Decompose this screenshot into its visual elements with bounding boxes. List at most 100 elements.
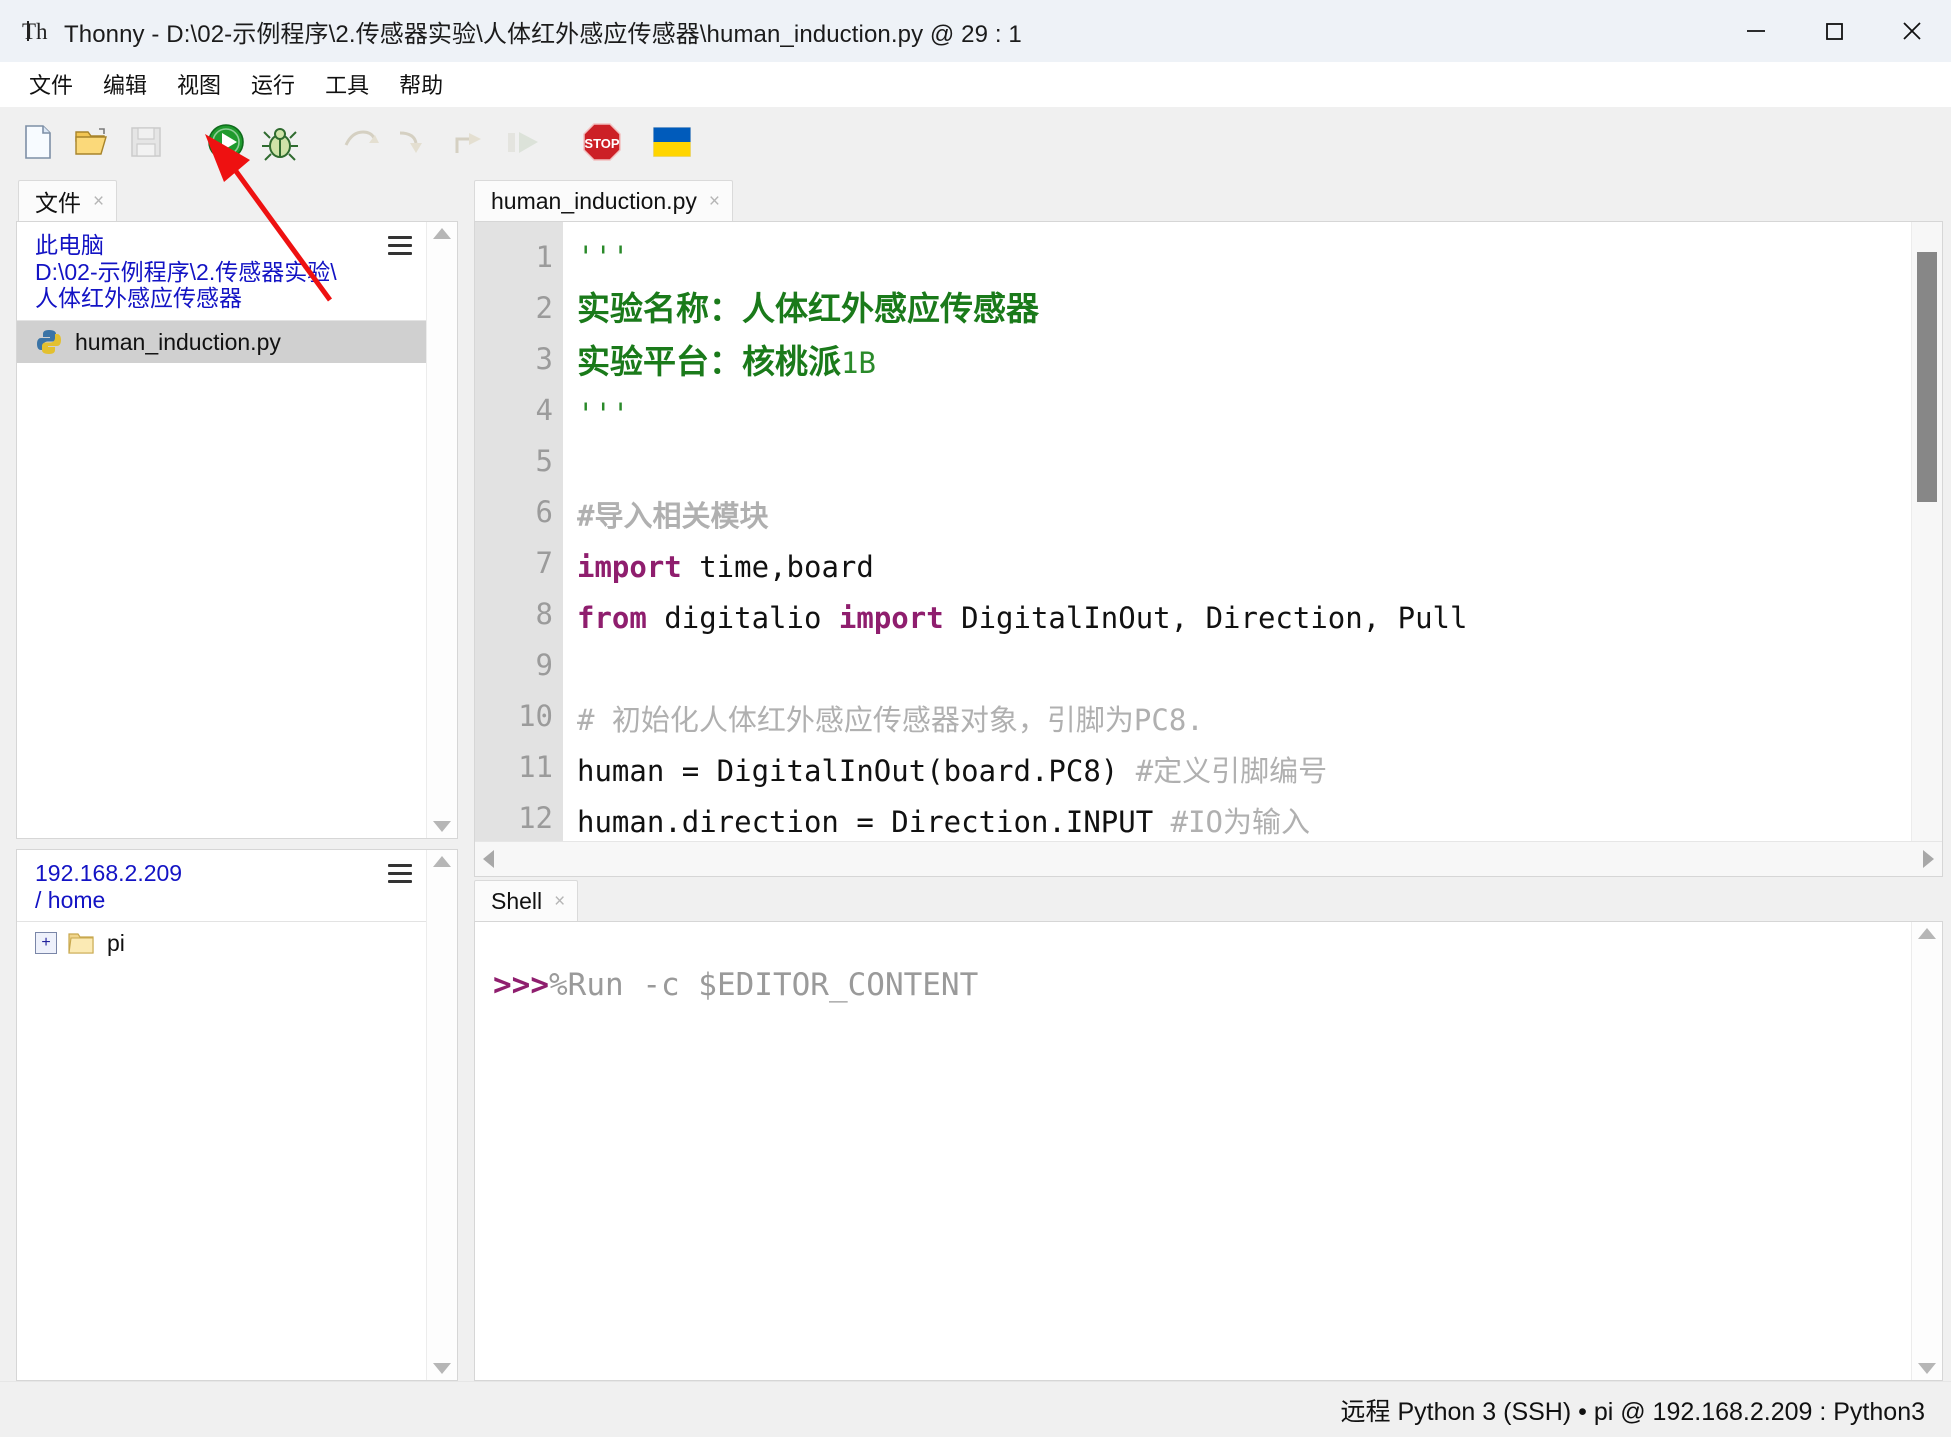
stop-button[interactable]: STOP (576, 116, 628, 168)
open-file-button[interactable] (66, 116, 118, 168)
scroll-left-arrow[interactable] (483, 850, 494, 868)
list-item-label: pi (107, 929, 125, 956)
files-pane: 文件 × 此电脑 D:\02-示例程序\2.传感器实验\ 人体红外感应传感器 h… (0, 177, 466, 839)
editor-tabs: human_induction.py × (466, 177, 1951, 221)
menu-help[interactable]: 帮助 (386, 65, 456, 103)
code-token: human.direction = Direction.INPUT (577, 805, 1171, 839)
scroll-right-arrow[interactable] (1923, 850, 1934, 868)
files-remote-body: 192.168.2.209 / home + pi (16, 849, 458, 1381)
line-number: 3 (535, 342, 553, 376)
resume-button (496, 116, 548, 168)
expand-icon[interactable]: + (35, 932, 57, 955)
hamburger-icon[interactable] (388, 864, 412, 888)
code-token: 实验平台：核桃派 (577, 342, 841, 381)
shell-prompt: >>> (493, 967, 549, 1003)
save-file-button[interactable] (120, 116, 172, 168)
maximize-icon (1826, 23, 1843, 40)
shell-wrap: >>>%Run -c $EDITOR_CONTENT (474, 921, 1943, 1381)
close-icon[interactable]: × (554, 892, 565, 911)
window-controls (1717, 0, 1951, 62)
left-splitter[interactable] (0, 839, 466, 849)
save-disk-icon (131, 127, 161, 157)
close-icon[interactable]: × (93, 192, 104, 211)
menu-tools[interactable]: 工具 (312, 65, 382, 103)
local-file-tree[interactable]: 此电脑 D:\02-示例程序\2.传感器实验\ 人体红外感应传感器 human_… (17, 222, 426, 838)
run-button[interactable] (200, 116, 252, 168)
remote-path-line-1: 192.168.2.209 (35, 860, 183, 886)
code-line[interactable]: ''' (577, 232, 1911, 283)
code-line[interactable]: 实验名称：人体红外感应传感器 (577, 283, 1911, 336)
files-local-body: 此电脑 D:\02-示例程序\2.传感器实验\ 人体红外感应传感器 human_… (16, 221, 458, 839)
close-button[interactable] (1873, 0, 1951, 62)
code-line[interactable]: # 初始化人体红外感应传感器对象，引脚为PC8. (577, 695, 1911, 746)
minimize-button[interactable] (1717, 0, 1795, 62)
toolbar: STOP (0, 107, 1951, 177)
line-number: 12 (518, 801, 553, 835)
code-line[interactable]: from digitalio import DigitalInOut, Dire… (577, 593, 1911, 644)
step-over-icon (344, 130, 379, 146)
close-icon (1903, 22, 1921, 40)
code-line[interactable]: #导入相关模块 (577, 491, 1911, 542)
debug-button[interactable] (254, 116, 306, 168)
right-column: human_induction.py × 12345678910111213 '… (466, 177, 1951, 1381)
list-item[interactable]: + pi (17, 922, 426, 964)
scroll-up-arrow[interactable] (433, 856, 451, 867)
step-out-icon (455, 133, 481, 153)
code-line[interactable] (577, 440, 1911, 491)
code-token: 实验名称：人体红外感应传感器 (577, 289, 1039, 328)
line-number: 2 (535, 291, 553, 325)
tab-files-label: 文件 (35, 190, 81, 216)
line-number: 11 (518, 750, 553, 784)
editor-vertical-scrollbar[interactable] (1911, 222, 1942, 841)
list-item-label: human_induction.py (75, 328, 281, 355)
line-number: 6 (535, 495, 553, 529)
code-line[interactable]: human = DigitalInOut(board.PC8) #定义引脚编号 (577, 746, 1911, 797)
close-icon[interactable]: × (709, 192, 720, 211)
scroll-down-arrow[interactable] (1918, 1363, 1936, 1374)
editor-wrap: 12345678910111213 '''实验名称：人体红外感应传感器实验平台：… (474, 221, 1943, 877)
window-title: Thonny - D:\02-示例程序\2.传感器实验\人体红外感应传感器\hu… (64, 20, 1022, 48)
code-token: human = DigitalInOut(board.PC8) (577, 754, 1136, 788)
tab-files[interactable]: 文件 × (18, 180, 118, 221)
list-item[interactable]: human_induction.py (17, 321, 426, 364)
menu-file[interactable]: 文件 (16, 65, 86, 103)
scroll-up-arrow[interactable] (1918, 928, 1936, 939)
code-token: #IO为输入 (1170, 805, 1311, 839)
shell-output[interactable]: >>>%Run -c $EDITOR_CONTENT (475, 922, 1911, 1380)
code-line[interactable]: ''' (577, 389, 1911, 440)
menu-view[interactable]: 视图 (164, 65, 234, 103)
remote-file-tree[interactable]: 192.168.2.209 / home + pi (17, 850, 426, 1380)
menu-run[interactable]: 运行 (238, 65, 308, 103)
scroll-down-arrow[interactable] (433, 821, 451, 832)
scroll-down-arrow[interactable] (433, 1363, 451, 1374)
shell-scrollbar[interactable] (1911, 922, 1942, 1380)
code-line[interactable]: 实验平台：核桃派1B (577, 336, 1911, 389)
menu-bar: 文件 编辑 视图 运行 工具 帮助 (0, 62, 1951, 107)
tab-human-induction-py[interactable]: human_induction.py × (474, 180, 733, 221)
code-token: time,board (681, 550, 874, 584)
code-line[interactable]: human.direction = Direction.INPUT #IO为输入 (577, 797, 1911, 841)
tab-editor-label: human_induction.py (491, 187, 697, 214)
folder-icon (67, 930, 95, 956)
ukraine-flag-button[interactable] (646, 116, 698, 168)
scroll-up-arrow[interactable] (433, 228, 451, 239)
tab-shell[interactable]: Shell × (474, 880, 579, 921)
step-into-button (388, 116, 440, 168)
editor-pane: human_induction.py × 12345678910111213 '… (466, 177, 1951, 877)
code-line[interactable] (577, 644, 1911, 695)
editor-code-area[interactable]: ''' 实验名称：人体红外感应传感器实验平台：核桃派1B ''' #导入相关模块 im… (563, 222, 1911, 841)
hamburger-icon[interactable] (388, 236, 412, 260)
line-number: 7 (535, 546, 553, 580)
maximize-button[interactable] (1795, 0, 1873, 62)
local-path-line-2: D:\02-示例程序\2.传感器实验\ (35, 258, 337, 285)
local-tree-scrollbar[interactable] (426, 222, 457, 838)
code-line[interactable]: import time,board (577, 542, 1911, 593)
code-token: ''' (577, 397, 630, 431)
shell-command: %Run -c $EDITOR_CONTENT (549, 967, 979, 1003)
scrollbar-thumb[interactable] (1917, 252, 1937, 502)
editor-horizontal-scrollbar[interactable] (475, 841, 1942, 876)
menu-edit[interactable]: 编辑 (90, 65, 160, 103)
main-body: 文件 × 此电脑 D:\02-示例程序\2.传感器实验\ 人体红外感应传感器 h… (0, 177, 1951, 1381)
new-file-button[interactable] (12, 116, 64, 168)
remote-tree-scrollbar[interactable] (426, 850, 457, 1380)
